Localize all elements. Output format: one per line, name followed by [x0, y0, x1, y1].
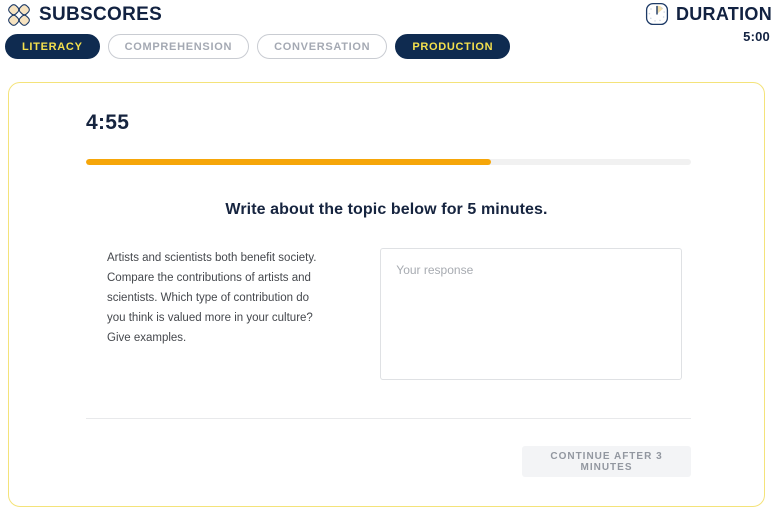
duration-block: DURATION 5:00: [645, 2, 772, 44]
task-body: Artists and scientists both benefit soci…: [107, 248, 682, 380]
continue-button[interactable]: CONTINUE AFTER 3 MINUTES: [522, 446, 691, 477]
tab-production-label: PRODUCTION: [412, 40, 494, 53]
brand-title: SUBSCORES: [39, 4, 163, 25]
tab-production[interactable]: PRODUCTION: [395, 34, 511, 59]
duration-row: DURATION: [645, 2, 772, 26]
task-instruction: Write about the topic below for 5 minute…: [225, 201, 548, 218]
task-card: 4:55 Write about the topic below for 5 m…: [8, 82, 765, 507]
tab-literacy-label: LITERACY: [22, 40, 83, 53]
progress-bar-fill: [86, 159, 492, 165]
tab-literacy[interactable]: LITERACY: [5, 34, 100, 59]
four-petal-logo-icon: [6, 2, 32, 28]
tab-comprehension[interactable]: COMPREHENSION: [107, 34, 250, 59]
duration-label: DURATION: [675, 3, 772, 24]
countdown-timer: 4:55: [86, 111, 130, 134]
duration-value: 5:00: [743, 29, 770, 44]
tab-conversation[interactable]: CONVERSATION: [257, 34, 388, 59]
tab-comprehension-label: COMPREHENSION: [124, 40, 233, 53]
subscore-tabs: LITERACY COMPREHENSION CONVERSATION PROD…: [5, 34, 511, 59]
tab-conversation-label: CONVERSATION: [274, 40, 371, 53]
progress-bar: [86, 159, 691, 165]
app-header: SUBSCORES DURATION 5:00 LITERACY COMPREH…: [0, 0, 776, 78]
task-prompt: Artists and scientists both benefit soci…: [107, 252, 317, 344]
response-input[interactable]: [380, 248, 682, 380]
clock-icon: [645, 2, 669, 26]
brand: SUBSCORES: [6, 2, 162, 28]
footer-divider: [86, 418, 691, 419]
